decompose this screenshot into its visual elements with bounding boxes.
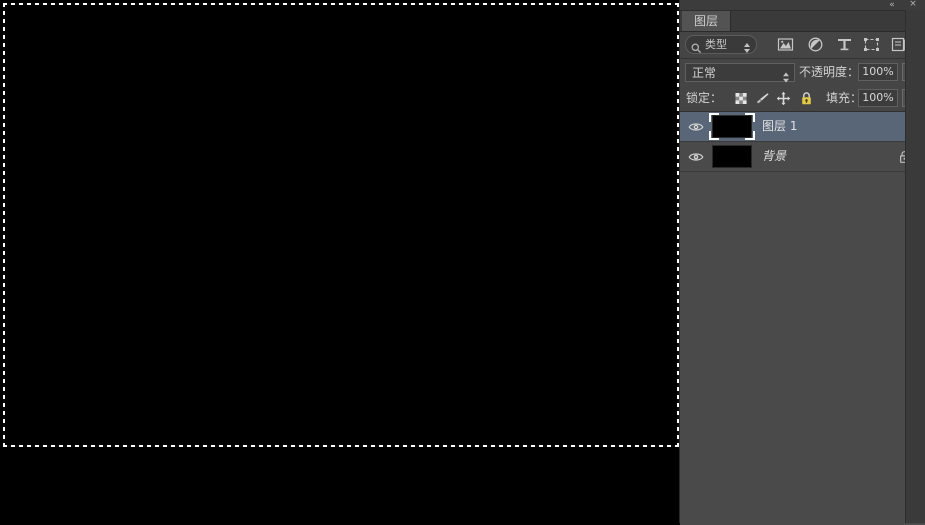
layer-kind-filter-label: 类型 [705,38,727,51]
up-down-stepper-icon[interactable] [743,39,751,53]
opacity-input[interactable]: 100% [858,63,898,81]
lock-label: 锁定： [686,91,723,105]
tab-layers[interactable]: 图层 [682,11,732,31]
lock-transparent-pixels-icon[interactable] [734,91,749,106]
layer-filter-row: 类型 [680,32,925,59]
fill-label: 填充： [826,91,863,105]
photoshop-workspace: « × 图层 类型 正常 不透明度： 100% 锁定： 填充： 100% 图层 … [0,0,925,525]
close-panel-icon[interactable]: × [907,0,919,10]
panel-scrollbar[interactable] [905,10,925,523]
blend-opacity-row: 正常 不透明度： 100% [680,59,925,86]
type-layer-filter-icon[interactable] [836,36,853,53]
select-arrows-icon [782,68,790,83]
fill-input[interactable]: 100% [858,89,898,107]
document-canvas[interactable] [0,0,679,523]
pixel-layer-filter-icon[interactable] [777,36,794,53]
selection-edge-bottom [3,445,679,447]
shape-layer-filter-icon[interactable] [863,36,880,53]
collapse-panel-icon[interactable]: « [885,0,899,10]
selection-edge-left [3,3,5,447]
layer-thumbnail[interactable] [712,145,752,168]
layer-thumbnail[interactable] [712,115,752,138]
lock-position-icon[interactable] [776,91,791,106]
panel-window-bar: « × [680,0,925,11]
search-icon [691,39,702,54]
selection-edge-top [3,3,679,5]
layers-list[interactable]: 图层 1 背景 [680,112,925,525]
opacity-label: 不透明度： [799,65,860,79]
lock-image-pixels-icon[interactable] [755,91,770,106]
blend-mode-select[interactable]: 正常 [685,63,795,83]
selection-marquee [3,3,679,447]
opacity-value: 100% [862,65,894,78]
layer-kind-filter[interactable]: 类型 [685,35,757,54]
lock-fill-row: 锁定： 填充： 100% [680,86,925,112]
layer-row[interactable]: 图层 1 [680,112,925,142]
layer-visibility-eye-icon[interactable] [688,149,704,163]
layer-visibility-eye-icon[interactable] [688,119,704,133]
adjustment-layer-filter-icon[interactable] [807,36,824,53]
layer-name[interactable]: 背景 [762,149,786,164]
layer-name[interactable]: 图层 1 [762,119,797,134]
panel-tab-bar: 图层 [680,11,925,32]
blend-mode-value: 正常 [692,66,717,80]
lock-all-icon[interactable] [799,91,814,106]
layers-panel: « × 图层 类型 正常 不透明度： 100% 锁定： 填充： 100% 图层 … [679,0,925,525]
fill-value: 100% [862,91,894,104]
layer-row[interactable]: 背景 [680,142,925,172]
